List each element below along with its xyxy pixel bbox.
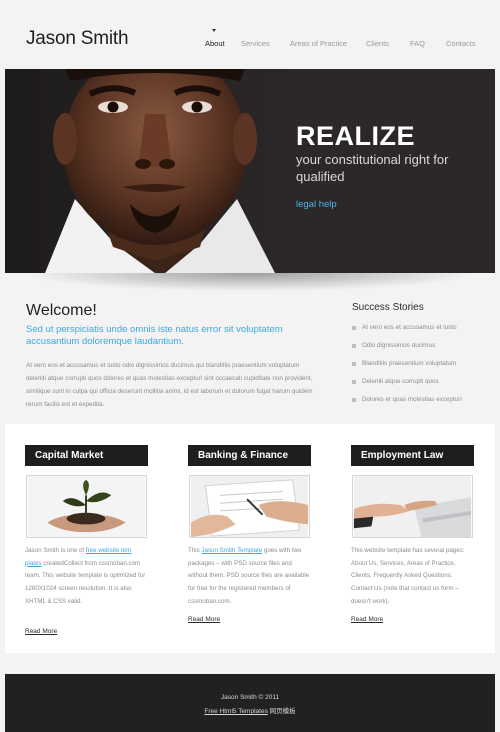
nav-areas-of-practice[interactable]: Areas of Practice — [290, 39, 347, 48]
story-label: At vero eos et accusamus et iusto — [362, 324, 457, 331]
plant-in-hands-image — [26, 475, 147, 538]
story-label: Deleniti atque corrupti quos — [362, 378, 439, 385]
story-label: Blanditiis praesentium voluptatum — [362, 360, 457, 367]
column-heading: Employment Law — [351, 445, 474, 466]
welcome-title: Welcome! — [26, 302, 97, 319]
read-more-link[interactable]: Read More — [351, 616, 383, 623]
site-header: Jason Smith About Services Areas of Prac… — [0, 0, 500, 68]
hero-banner: REALIZE your constitutional right for qu… — [5, 69, 495, 273]
story-item[interactable]: Blanditiis praesentium voluptatum — [352, 358, 492, 376]
site-footer: Jason Smith © 2011 Free Html5 Templates … — [5, 674, 495, 732]
column-description: This Jason Smith Template goes with two … — [188, 547, 310, 605]
free-html5-templates-link[interactable]: Free Html5 Templates — [204, 708, 267, 715]
story-item[interactable]: Odio dignissimos ducimus — [352, 340, 492, 358]
column-heading: Capital Market — [25, 445, 148, 466]
square-bullet-icon — [352, 398, 356, 402]
hero-subtitle: your constitutional right for qualified — [296, 152, 449, 184]
welcome-body: At vero eos et accusamus et iusto odio d… — [26, 362, 313, 408]
nav-faq[interactable]: FAQ — [410, 39, 425, 48]
hero-title: REALIZE — [296, 121, 416, 151]
main-nav: About Services Areas of Practice Clients… — [0, 29, 500, 51]
footer-link-suffix: 网页模板 — [267, 708, 296, 715]
column-description: Jason Smith is one of free website tem p… — [25, 547, 146, 605]
read-more-link[interactable]: Read More — [188, 616, 220, 623]
nav-clients[interactable]: Clients — [366, 39, 389, 48]
hero-portrait-image — [5, 69, 305, 273]
legal-help-link[interactable]: legal help — [296, 199, 337, 210]
success-stories-title: Success Stories — [352, 302, 424, 313]
story-item[interactable]: At vero eos et accusamus et iusto — [352, 322, 492, 340]
feature-columns: Capital Market Jason Smith is one of fre… — [5, 424, 495, 653]
square-bullet-icon — [352, 380, 356, 384]
copyright-text: Jason Smith © 2011 — [220, 694, 280, 701]
footer-links: Free Html5 Templates 网页模板 — [5, 705, 495, 715]
column-description: This website template has several pages:… — [351, 547, 465, 605]
nav-about[interactable]: About — [205, 39, 225, 48]
square-bullet-icon — [352, 344, 356, 348]
square-bullet-icon — [352, 362, 356, 366]
read-more-link[interactable]: Read More — [25, 628, 57, 635]
welcome-lead: Sed ut perspiciatis unde omnis iste natu… — [26, 324, 283, 347]
hero-shadow — [5, 273, 495, 293]
story-label: Odio dignissimos ducimus — [362, 342, 436, 349]
story-label: Dolores et quas molestias excepturi — [362, 396, 462, 403]
document-signing-image — [189, 475, 310, 538]
nav-contacts[interactable]: Contacts — [446, 39, 476, 48]
handshake-laptop-image — [352, 475, 473, 538]
square-bullet-icon — [352, 326, 356, 330]
nav-services[interactable]: Services — [241, 39, 270, 48]
story-item[interactable]: Dolores et quas molestias excepturi — [352, 394, 492, 412]
success-stories-list: At vero eos et accusamus et iusto Odio d… — [352, 322, 492, 412]
story-item[interactable]: Deleniti atque corrupti quos — [352, 376, 492, 394]
active-nav-marker-icon — [212, 29, 216, 32]
template-link[interactable]: Jason Smith Template — [201, 547, 262, 554]
column-heading: Banking & Finance — [188, 445, 311, 466]
